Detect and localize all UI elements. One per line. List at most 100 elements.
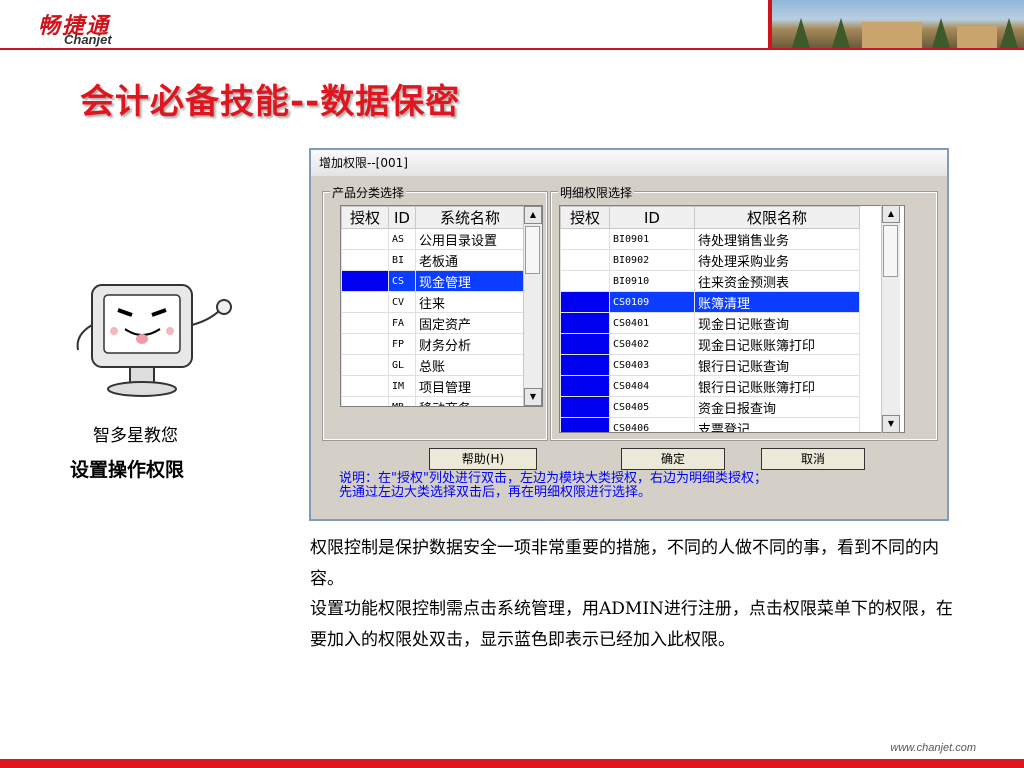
footer-url: www.chanjet.com	[890, 742, 976, 754]
table-row[interactable]: IM 项目管理	[341, 375, 525, 397]
name-cell: 支票登记	[694, 417, 860, 432]
paragraph-2: 设置功能权限控制需点击系统管理，用ADMIN进行注册，点击权限菜单下的权限，在要…	[310, 599, 953, 650]
product-category-grid[interactable]: 授权 ID 系统名称 AS 公用目录设置 BI 老板通 CS 现金管理 CV 往来 FA 固定资产…	[340, 205, 543, 407]
authorize-cell[interactable]	[560, 333, 610, 355]
authorize-cell[interactable]	[341, 291, 389, 313]
id-cell: GL	[388, 354, 416, 376]
name-cell: 现金管理	[415, 270, 525, 292]
scroll-up-icon[interactable]: ▲	[882, 205, 900, 223]
authorize-cell[interactable]	[560, 312, 610, 334]
table-row[interactable]: AS 公用目录设置	[341, 228, 525, 250]
name-cell: 银行日记账账簿打印	[694, 375, 860, 397]
scroll-thumb[interactable]	[525, 226, 540, 274]
left-grid-scrollbar[interactable]: ▲ ▼	[523, 206, 542, 406]
table-row[interactable]: CS0406 支票登记	[560, 417, 860, 432]
scroll-down-icon[interactable]: ▼	[882, 415, 900, 433]
slide-title: 会计必备技能--数据保密	[80, 82, 461, 122]
authorize-cell[interactable]	[341, 396, 389, 406]
detail-permission-grid[interactable]: 授权 ID 权限名称 BI0901 待处理销售业务 BI0902 待处理采购业务 BI0…	[559, 205, 905, 433]
column-header-permission-name[interactable]: 权限名称	[694, 206, 860, 229]
table-row[interactable]: CS0405 资金日报查询	[560, 396, 860, 418]
authorize-cell[interactable]	[560, 270, 610, 292]
authorize-cell[interactable]	[560, 396, 610, 418]
help-button[interactable]: 帮助(H)	[429, 448, 537, 470]
id-cell: CS0109	[609, 291, 695, 313]
id-cell: AS	[388, 228, 416, 250]
cancel-button[interactable]: 取消	[761, 448, 865, 470]
name-cell: 往来资金预测表	[694, 270, 860, 292]
table-row[interactable]: BI0910 往来资金预测表	[560, 270, 860, 292]
authorize-cell[interactable]	[341, 249, 389, 271]
table-row[interactable]: CS0404 银行日记账账簿打印	[560, 375, 860, 397]
id-cell: CS0401	[609, 312, 695, 334]
table-row[interactable]: CV 往来	[341, 291, 525, 313]
id-cell: CS0405	[609, 396, 695, 418]
id-cell: IM	[388, 375, 416, 397]
table-row[interactable]: MB移动商务	[341, 396, 525, 406]
logo-english: Chanjet	[64, 32, 112, 47]
name-cell: 现金日记账查询	[694, 312, 860, 334]
id-cell: BI0910	[609, 270, 695, 292]
authorize-cell[interactable]	[341, 375, 389, 397]
scroll-up-icon[interactable]: ▲	[524, 206, 542, 224]
header-campus-photo	[768, 0, 1024, 48]
authorize-cell[interactable]	[341, 228, 389, 250]
authorize-cell[interactable]	[560, 291, 610, 313]
table-row[interactable]: CS0402 现金日记账账簿打印	[560, 333, 860, 355]
id-cell: MB	[388, 396, 416, 406]
dialog-title: 增加权限--[001]	[311, 150, 947, 176]
table-row[interactable]: BI0902 待处理采购业务	[560, 249, 860, 271]
authorize-cell[interactable]	[560, 228, 610, 250]
scroll-down-icon[interactable]: ▼	[524, 388, 542, 406]
name-cell: 老板通	[415, 249, 525, 271]
column-header-id[interactable]: ID	[388, 206, 416, 229]
name-cell: 总账	[415, 354, 525, 376]
authorize-cell[interactable]	[560, 417, 610, 432]
column-header-authorize[interactable]: 授权	[341, 206, 389, 229]
authorize-cell[interactable]	[341, 312, 389, 334]
scroll-thumb[interactable]	[883, 225, 898, 277]
id-cell: CS0404	[609, 375, 695, 397]
table-row[interactable]: GL 总账	[341, 354, 525, 376]
id-cell: CS	[388, 270, 416, 292]
header-bar: 畅捷通 Chanjet	[0, 0, 1024, 50]
authorize-cell[interactable]	[560, 375, 610, 397]
id-cell: FA	[388, 312, 416, 334]
table-row[interactable]: CS 现金管理	[341, 270, 525, 292]
table-row[interactable]: CS0403 银行日记账查询	[560, 354, 860, 376]
column-header-system-name[interactable]: 系统名称	[415, 206, 525, 229]
table-row[interactable]: BI0901 待处理销售业务	[560, 228, 860, 250]
add-permission-dialog: 增加权限--[001] 产品分类选择 授权 ID 系统名称 AS 公用目录设置 BI…	[309, 148, 949, 521]
id-cell: CS0402	[609, 333, 695, 355]
footer-bar	[0, 759, 1024, 768]
authorize-cell[interactable]	[560, 249, 610, 271]
table-row[interactable]: BI 老板通	[341, 249, 525, 271]
name-cell: 公用目录设置	[415, 228, 525, 250]
name-cell: 资金日报查询	[694, 396, 860, 418]
name-cell: 移动商务	[415, 396, 525, 406]
authorize-cell[interactable]	[341, 333, 389, 355]
id-cell: BI	[388, 249, 416, 271]
name-cell: 待处理销售业务	[694, 228, 860, 250]
column-header-id[interactable]: ID	[609, 206, 695, 229]
authorize-cell[interactable]	[341, 354, 389, 376]
product-category-label: 产品分类选择	[330, 184, 407, 201]
authorize-cell[interactable]	[341, 270, 389, 292]
table-row[interactable]: FA 固定资产	[341, 312, 525, 334]
id-cell: CV	[388, 291, 416, 313]
right-grid-scrollbar[interactable]: ▲ ▼	[881, 205, 900, 433]
dialog-note: 说明：在"授权"列处进行双击，左边为模块大类授权，右边为明细类授权； 先通过左边…	[339, 472, 939, 500]
explanation-text: 权限控制是保护数据安全一项非常重要的措施，不同的人做不同的事，看到不同的内容。 …	[310, 533, 960, 655]
column-header-authorize[interactable]: 授权	[560, 206, 610, 229]
table-row[interactable]: CS0401 现金日记账查询	[560, 312, 860, 334]
name-cell: 待处理采购业务	[694, 249, 860, 271]
note-line-2: 先通过左边大类选择双击后，再在明细权限进行选择。	[339, 485, 652, 500]
authorize-cell[interactable]	[560, 354, 610, 376]
table-row[interactable]: CS0109 账簿清理	[560, 291, 860, 313]
header-divider	[0, 48, 1024, 50]
name-cell: 账簿清理	[694, 291, 860, 313]
name-cell: 往来	[415, 291, 525, 313]
table-row[interactable]: FP 财务分析	[341, 333, 525, 355]
mascot-computer-illustration	[76, 284, 232, 397]
ok-button[interactable]: 确定	[621, 448, 725, 470]
